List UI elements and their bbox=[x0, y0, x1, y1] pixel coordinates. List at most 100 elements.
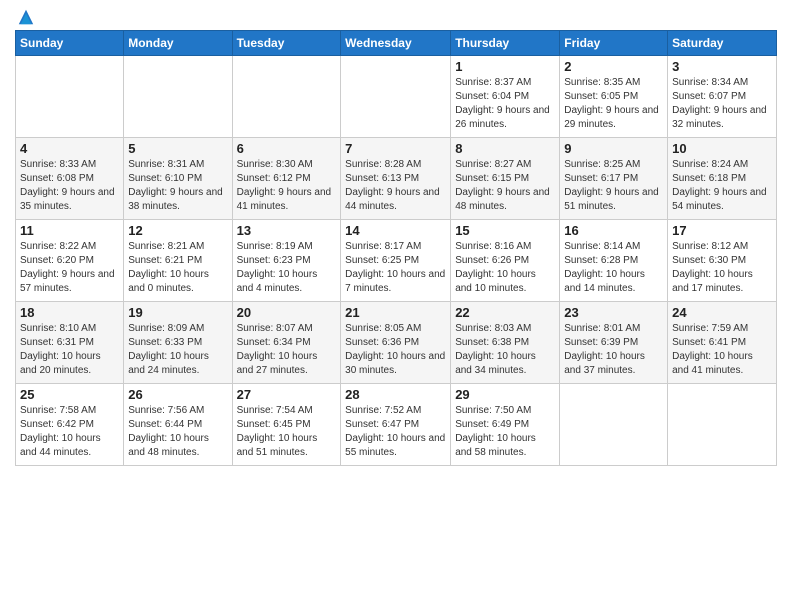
day-info: Sunrise: 8:33 AM Sunset: 6:08 PM Dayligh… bbox=[20, 158, 119, 214]
calendar-row-2: 11Sunrise: 8:22 AM Sunset: 6:20 PM Dayli… bbox=[16, 220, 777, 302]
calendar-cell: 9 Sunrise: 8:25 AM Sunset: 6:17 PM Daylig… bbox=[560, 138, 668, 220]
calendar-cell: 4 Sunrise: 8:33 AM Sunset: 6:08 PM Daylig… bbox=[16, 138, 124, 220]
day-info: Sunrise: 8:24 AM Sunset: 6:18 PM Dayligh… bbox=[672, 158, 772, 214]
day-info: Sunrise: 8:05 AM Sunset: 6:36 PM Dayligh… bbox=[345, 322, 446, 378]
day-info: Sunrise: 8:01 AM Sunset: 6:39 PM Dayligh… bbox=[564, 322, 663, 378]
day-info: Sunrise: 8:37 AM Sunset: 6:04 PM Dayligh… bbox=[455, 76, 555, 132]
weekday-header-friday: Friday bbox=[560, 31, 668, 56]
calendar-cell: 6 Sunrise: 8:30 AM Sunset: 6:12 PM Daylig… bbox=[232, 138, 341, 220]
calendar-cell: 20 Sunrise: 8:07 AM Sunset: 6:34 PM Dayli… bbox=[232, 302, 341, 384]
calendar-row-1: 4 Sunrise: 8:33 AM Sunset: 6:08 PM Daylig… bbox=[16, 138, 777, 220]
day-number: 22 bbox=[455, 305, 555, 320]
day-info: Sunrise: 8:07 AM Sunset: 6:34 PM Dayligh… bbox=[237, 322, 337, 378]
day-info: Sunrise: 8:09 AM Sunset: 6:33 PM Dayligh… bbox=[128, 322, 227, 378]
calendar-cell: 18Sunrise: 8:10 AM Sunset: 6:31 PM Dayli… bbox=[16, 302, 124, 384]
day-number: 8 bbox=[455, 141, 555, 156]
header bbox=[15, 10, 777, 22]
calendar-cell: 12 Sunrise: 8:21 AM Sunset: 6:21 PM Dayli… bbox=[124, 220, 232, 302]
day-info: Sunrise: 8:31 AM Sunset: 6:10 PM Dayligh… bbox=[128, 158, 227, 214]
logo-icon bbox=[17, 8, 35, 26]
calendar-cell: 5 Sunrise: 8:31 AM Sunset: 6:10 PM Daylig… bbox=[124, 138, 232, 220]
day-number: 27 bbox=[237, 387, 337, 402]
day-number: 26 bbox=[128, 387, 227, 402]
calendar-cell: 28 Sunrise: 7:52 AM Sunset: 6:47 PM Dayli… bbox=[341, 384, 451, 466]
calendar-cell: 22 Sunrise: 8:03 AM Sunset: 6:38 PM Dayli… bbox=[451, 302, 560, 384]
day-info: Sunrise: 8:28 AM Sunset: 6:13 PM Dayligh… bbox=[345, 158, 446, 214]
day-info: Sunrise: 7:59 AM Sunset: 6:41 PM Dayligh… bbox=[672, 322, 772, 378]
day-info: Sunrise: 8:17 AM Sunset: 6:25 PM Dayligh… bbox=[345, 240, 446, 296]
calendar-cell bbox=[341, 56, 451, 138]
weekday-header-wednesday: Wednesday bbox=[341, 31, 451, 56]
day-number: 20 bbox=[237, 305, 337, 320]
weekday-header-thursday: Thursday bbox=[451, 31, 560, 56]
day-info: Sunrise: 8:30 AM Sunset: 6:12 PM Dayligh… bbox=[237, 158, 337, 214]
day-number: 24 bbox=[672, 305, 772, 320]
calendar-cell bbox=[124, 56, 232, 138]
calendar-cell: 27 Sunrise: 7:54 AM Sunset: 6:45 PM Dayli… bbox=[232, 384, 341, 466]
day-info: Sunrise: 8:21 AM Sunset: 6:21 PM Dayligh… bbox=[128, 240, 227, 296]
day-number: 12 bbox=[128, 223, 227, 238]
calendar-cell: 16Sunrise: 8:14 AM Sunset: 6:28 PM Dayli… bbox=[560, 220, 668, 302]
calendar-cell: 19Sunrise: 8:09 AM Sunset: 6:33 PM Dayli… bbox=[124, 302, 232, 384]
calendar-cell bbox=[560, 384, 668, 466]
day-info: Sunrise: 8:35 AM Sunset: 6:05 PM Dayligh… bbox=[564, 76, 663, 132]
calendar-cell: 29 Sunrise: 7:50 AM Sunset: 6:49 PM Dayli… bbox=[451, 384, 560, 466]
calendar-cell: 1 Sunrise: 8:37 AM Sunset: 6:04 PM Daylig… bbox=[451, 56, 560, 138]
weekday-header-monday: Monday bbox=[124, 31, 232, 56]
calendar-cell bbox=[232, 56, 341, 138]
day-number: 14 bbox=[345, 223, 446, 238]
day-number: 13 bbox=[237, 223, 337, 238]
day-info: Sunrise: 7:52 AM Sunset: 6:47 PM Dayligh… bbox=[345, 404, 446, 460]
day-number: 15 bbox=[455, 223, 555, 238]
day-number: 25 bbox=[20, 387, 119, 402]
day-number: 4 bbox=[20, 141, 119, 156]
day-number: 21 bbox=[345, 305, 446, 320]
calendar-cell: 25 Sunrise: 7:58 AM Sunset: 6:42 PM Dayli… bbox=[16, 384, 124, 466]
calendar-cell: 3 Sunrise: 8:34 AM Sunset: 6:07 PM Daylig… bbox=[668, 56, 777, 138]
day-info: Sunrise: 7:56 AM Sunset: 6:44 PM Dayligh… bbox=[128, 404, 227, 460]
day-info: Sunrise: 8:03 AM Sunset: 6:38 PM Dayligh… bbox=[455, 322, 555, 378]
weekday-header-row: SundayMondayTuesdayWednesdayThursdayFrid… bbox=[16, 31, 777, 56]
day-info: Sunrise: 7:50 AM Sunset: 6:49 PM Dayligh… bbox=[455, 404, 555, 460]
calendar-cell: 21 Sunrise: 8:05 AM Sunset: 6:36 PM Dayli… bbox=[341, 302, 451, 384]
day-info: Sunrise: 8:25 AM Sunset: 6:17 PM Dayligh… bbox=[564, 158, 663, 214]
day-number: 18 bbox=[20, 305, 119, 320]
day-number: 29 bbox=[455, 387, 555, 402]
day-info: Sunrise: 7:54 AM Sunset: 6:45 PM Dayligh… bbox=[237, 404, 337, 460]
calendar-cell: 24 Sunrise: 7:59 AM Sunset: 6:41 PM Dayli… bbox=[668, 302, 777, 384]
calendar-cell: 8 Sunrise: 8:27 AM Sunset: 6:15 PM Daylig… bbox=[451, 138, 560, 220]
day-number: 28 bbox=[345, 387, 446, 402]
day-number: 2 bbox=[564, 59, 663, 74]
day-number: 6 bbox=[237, 141, 337, 156]
weekday-header-tuesday: Tuesday bbox=[232, 31, 341, 56]
calendar-cell bbox=[668, 384, 777, 466]
logo bbox=[15, 10, 35, 22]
day-info: Sunrise: 8:34 AM Sunset: 6:07 PM Dayligh… bbox=[672, 76, 772, 132]
calendar-cell: 7 Sunrise: 8:28 AM Sunset: 6:13 PM Daylig… bbox=[341, 138, 451, 220]
calendar-cell: 17 Sunrise: 8:12 AM Sunset: 6:30 PM Dayli… bbox=[668, 220, 777, 302]
day-number: 3 bbox=[672, 59, 772, 74]
calendar-cell: 13Sunrise: 8:19 AM Sunset: 6:23 PM Dayli… bbox=[232, 220, 341, 302]
weekday-header-saturday: Saturday bbox=[668, 31, 777, 56]
day-info: Sunrise: 8:22 AM Sunset: 6:20 PM Dayligh… bbox=[20, 240, 119, 296]
calendar-cell: 26 Sunrise: 7:56 AM Sunset: 6:44 PM Dayli… bbox=[124, 384, 232, 466]
day-number: 16 bbox=[564, 223, 663, 238]
day-info: Sunrise: 8:27 AM Sunset: 6:15 PM Dayligh… bbox=[455, 158, 555, 214]
day-number: 1 bbox=[455, 59, 555, 74]
calendar-cell: 11Sunrise: 8:22 AM Sunset: 6:20 PM Dayli… bbox=[16, 220, 124, 302]
calendar-page: SundayMondayTuesdayWednesdayThursdayFrid… bbox=[0, 0, 792, 612]
calendar-cell: 14 Sunrise: 8:17 AM Sunset: 6:25 PM Dayli… bbox=[341, 220, 451, 302]
day-number: 7 bbox=[345, 141, 446, 156]
day-number: 17 bbox=[672, 223, 772, 238]
day-number: 10 bbox=[672, 141, 772, 156]
calendar-row-0: 1 Sunrise: 8:37 AM Sunset: 6:04 PM Daylig… bbox=[16, 56, 777, 138]
calendar-cell bbox=[16, 56, 124, 138]
day-info: Sunrise: 8:16 AM Sunset: 6:26 PM Dayligh… bbox=[455, 240, 555, 296]
day-info: Sunrise: 8:12 AM Sunset: 6:30 PM Dayligh… bbox=[672, 240, 772, 296]
day-number: 9 bbox=[564, 141, 663, 156]
calendar-cell: 23Sunrise: 8:01 AM Sunset: 6:39 PM Dayli… bbox=[560, 302, 668, 384]
calendar-table: SundayMondayTuesdayWednesdayThursdayFrid… bbox=[15, 30, 777, 466]
day-number: 5 bbox=[128, 141, 227, 156]
calendar-cell: 10 Sunrise: 8:24 AM Sunset: 6:18 PM Dayli… bbox=[668, 138, 777, 220]
day-info: Sunrise: 7:58 AM Sunset: 6:42 PM Dayligh… bbox=[20, 404, 119, 460]
